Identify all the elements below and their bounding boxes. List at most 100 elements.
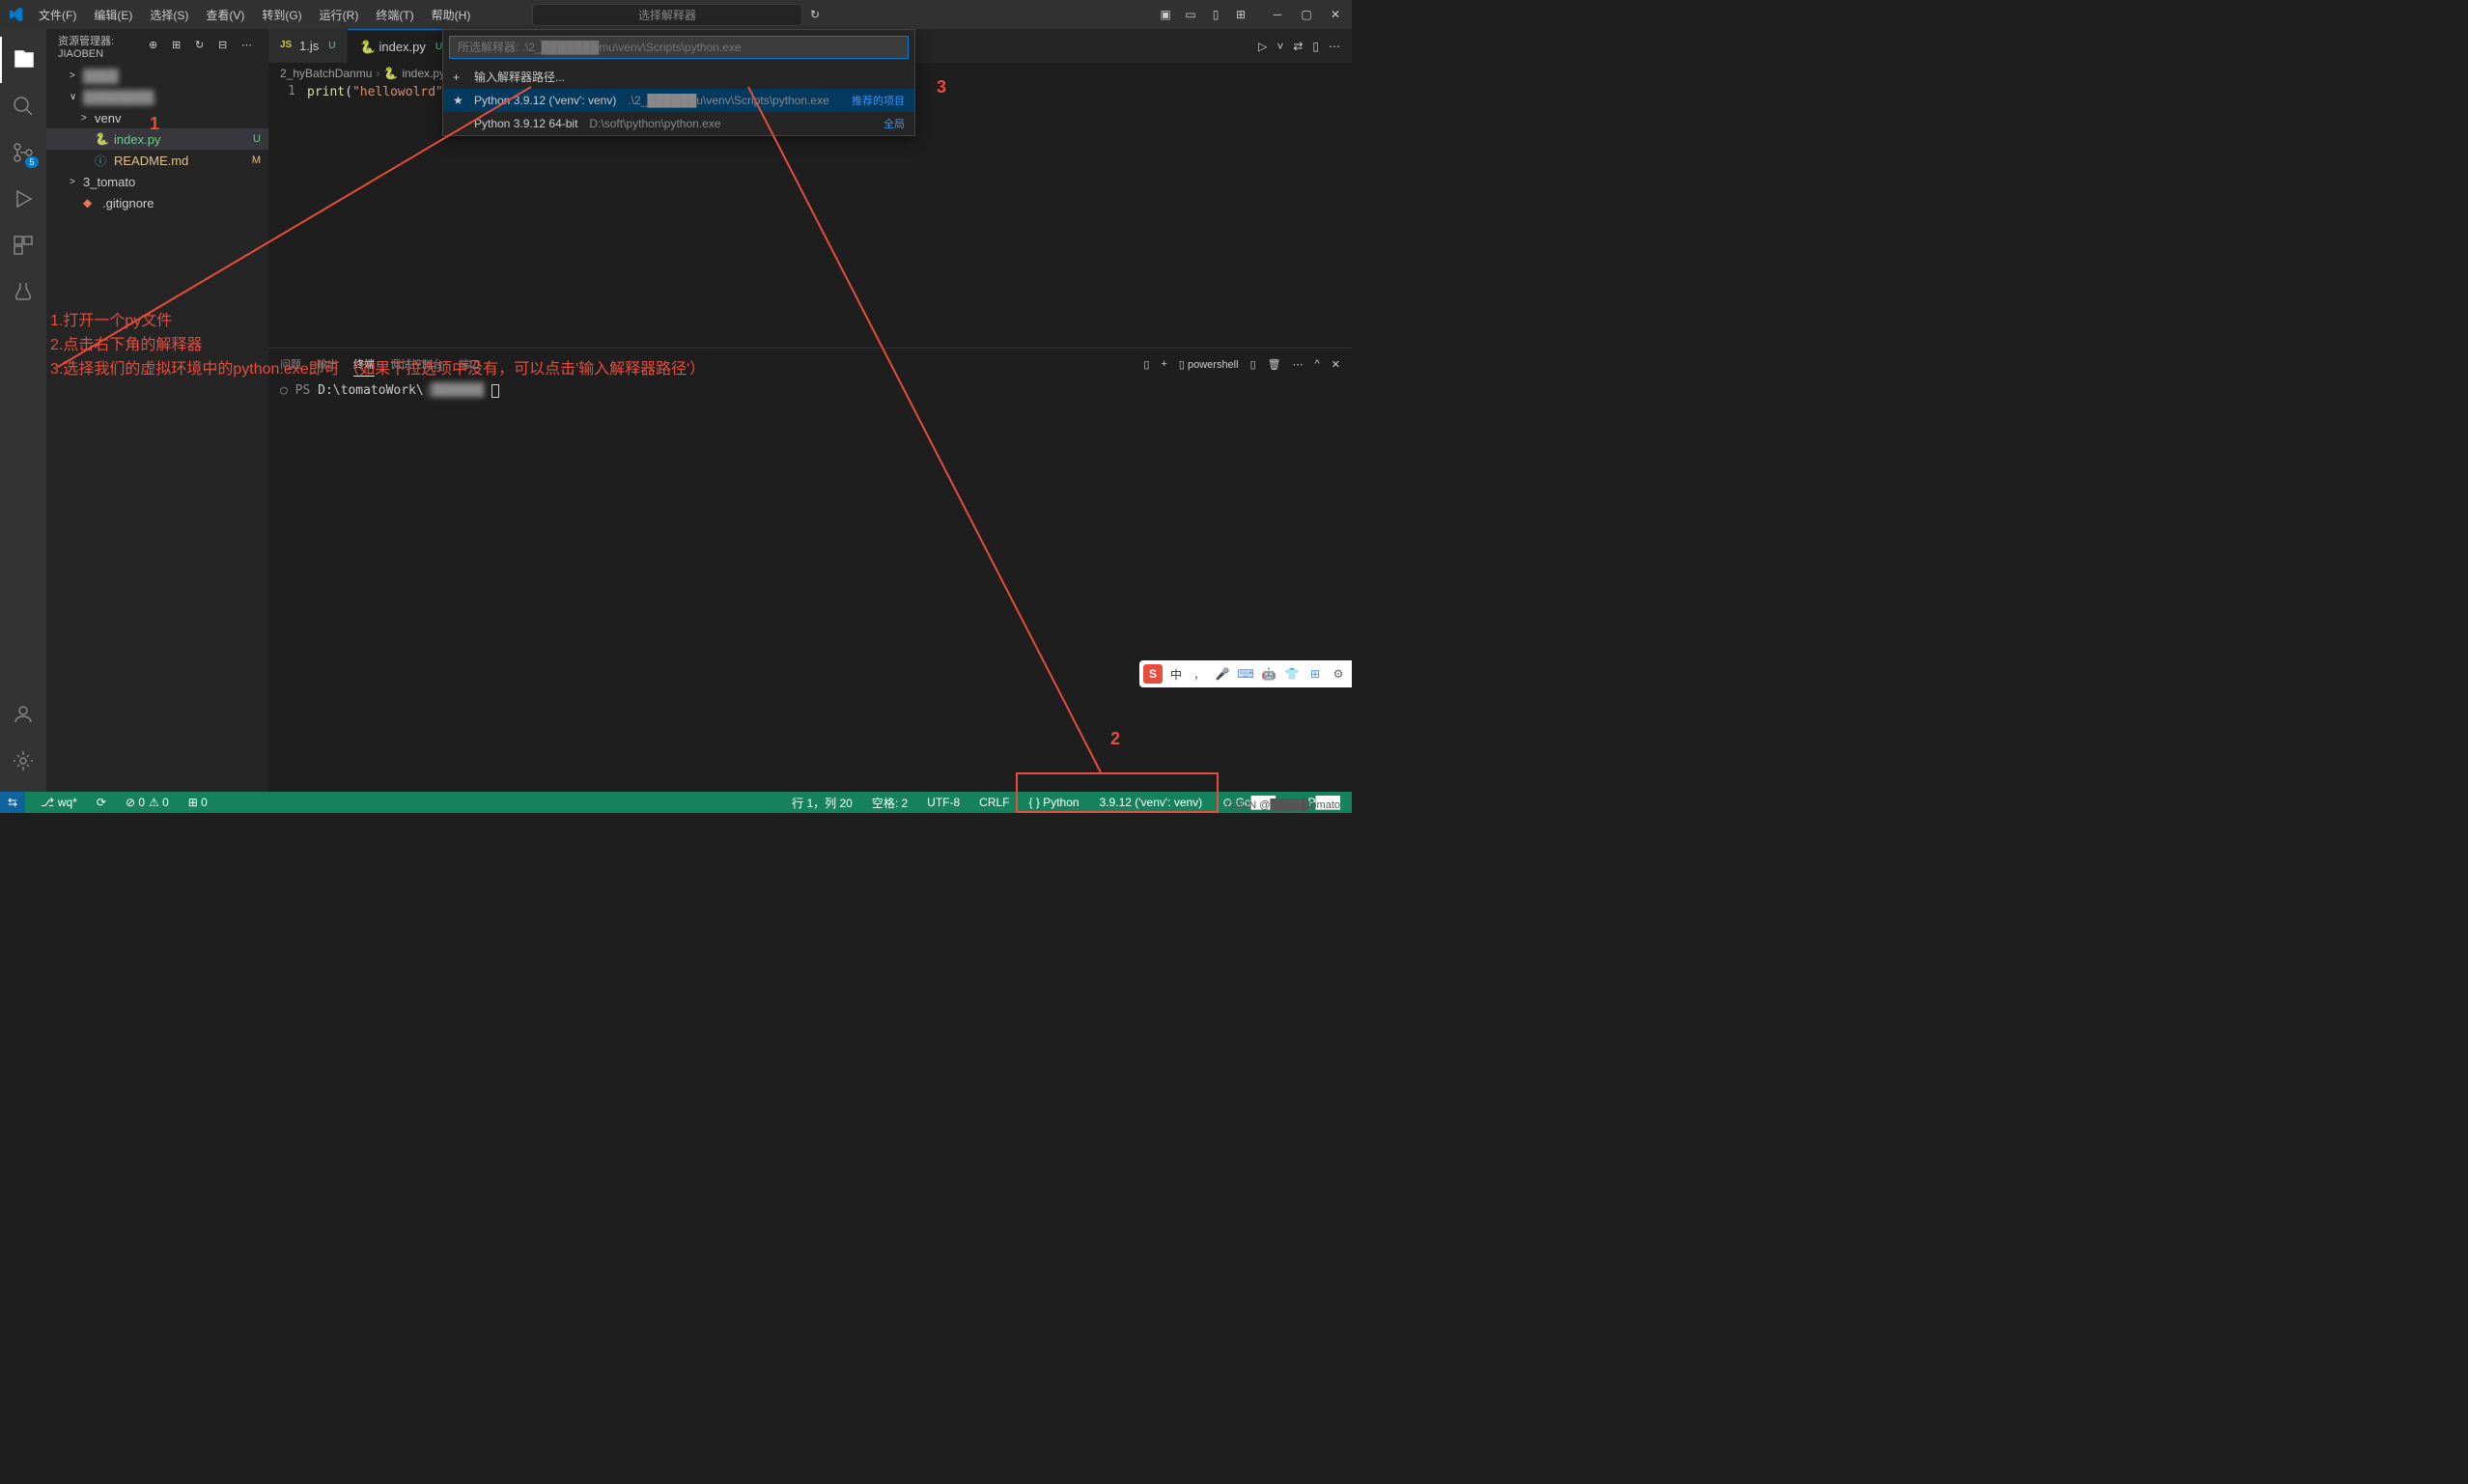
ime-tools-icon[interactable]: ⊞ (1305, 664, 1325, 684)
chevron-down-icon[interactable]: ˅ (1276, 40, 1283, 53)
chevron-right-icon: > (70, 177, 83, 187)
status-ports[interactable]: ⊞ 0 (184, 796, 211, 809)
tab-1js[interactable]: JS 1.js U (268, 29, 348, 63)
status-position[interactable]: 行 1，列 20 (788, 795, 856, 811)
terminal-trash-icon[interactable]: 🗑 (1268, 358, 1281, 371)
split-icon[interactable]: ▯ (1312, 40, 1319, 53)
menu-help[interactable]: 帮助(H) (424, 3, 479, 27)
terminal-split-icon[interactable]: ▯ (1250, 358, 1256, 371)
minimize-icon[interactable]: ─ (1269, 6, 1286, 23)
tree-folder-tomato[interactable]: > 3_tomato (46, 171, 268, 192)
terminal-type[interactable]: ▯ powershell (1179, 358, 1239, 371)
tab-label: 1.js (299, 39, 319, 53)
more-icon[interactable]: ⋯ (1329, 40, 1340, 53)
panel-tab-ports[interactable]: 端口 (459, 352, 480, 376)
ime-skin-icon[interactable]: 👕 (1282, 664, 1302, 684)
new-file-icon[interactable]: ⊕ (149, 39, 164, 54)
refresh-icon[interactable]: ↻ (810, 8, 820, 21)
file-tree: > ████ ∨ ████████ > venv 🐍 index.py U ⓘ … (46, 63, 268, 792)
picker-item-global[interactable]: Python 3.9.12 64-bit D:\soft\python\pyth… (443, 112, 914, 135)
status-encoding[interactable]: UTF-8 (923, 796, 964, 809)
code-token: ( (345, 85, 352, 99)
more-icon[interactable]: ⋯ (241, 39, 257, 54)
status-spaces[interactable]: 空格: 2 (868, 795, 911, 811)
status-language[interactable]: { } Python (1025, 796, 1083, 809)
terminal-content[interactable]: ○ PS D:\tomatoWork\j███████ (268, 379, 1352, 792)
activity-scm-icon[interactable]: 5 (0, 129, 46, 176)
refresh-icon[interactable]: ↻ (195, 39, 210, 54)
layout-panel-left-icon[interactable]: ▣ (1157, 6, 1174, 23)
activity-explorer-icon[interactable] (0, 37, 46, 83)
run-icon[interactable]: ▷ (1258, 40, 1267, 53)
terminal-close-icon[interactable]: ✕ (1332, 358, 1340, 371)
menu-edit[interactable]: 编辑(E) (86, 3, 140, 27)
activity-account-icon[interactable] (0, 691, 46, 738)
menu-go[interactable]: 转到(G) (254, 3, 309, 27)
status-problems[interactable]: ⊘ 0 ⚠ 0 (122, 796, 173, 809)
panel-tab-debug[interactable]: 调试控制台 (390, 352, 443, 376)
tab-status: U (328, 41, 335, 51)
menu-selection[interactable]: 选择(S) (142, 3, 196, 27)
terminal-split-icon[interactable]: ▯ (1143, 358, 1149, 371)
tree-folder[interactable]: ∨ ████████ (46, 86, 268, 107)
ime-voice-icon[interactable]: 🎤 (1213, 664, 1232, 684)
picker-input[interactable] (449, 36, 909, 59)
interpreter-picker: + 输入解释器路径... ★ Python 3.9.12 ('venv': ve… (442, 29, 915, 136)
menu-file[interactable]: 文件(F) (31, 3, 84, 27)
maximize-icon[interactable]: ▢ (1298, 6, 1315, 23)
line-numbers: 1 (268, 84, 307, 348)
layout-customize-icon[interactable]: ⊞ (1232, 6, 1249, 23)
sidebar: 资源管理器: JIAOBEN ⊕ ⊞ ↻ ⊟ ⋯ > ████ ∨ ██████… (46, 29, 268, 792)
activity-extensions-icon[interactable] (0, 222, 46, 268)
terminal-cursor (491, 384, 499, 398)
status-interpreter[interactable]: 3.9.12 ('venv': venv) (1095, 795, 1208, 810)
activity-debug-icon[interactable] (0, 176, 46, 222)
ime-ai-icon[interactable]: 🤖 (1259, 664, 1278, 684)
status-eol[interactable]: CRLF (975, 796, 1013, 809)
close-icon[interactable]: ✕ (1327, 6, 1344, 23)
js-icon: JS (280, 40, 294, 53)
picker-item-venv[interactable]: ★ Python 3.9.12 ('venv': venv) .\2_█████… (443, 89, 914, 112)
breadcrumb-segment[interactable]: index.py (402, 67, 445, 80)
compare-icon[interactable]: ⇄ (1293, 40, 1303, 53)
status-sync[interactable]: ⟳ (93, 796, 110, 809)
menu-view[interactable]: 查看(V) (198, 3, 252, 27)
layout-panel-right-icon[interactable]: ▯ (1207, 6, 1224, 23)
tree-folder-venv[interactable]: > venv (46, 107, 268, 128)
titlebar: 文件(F) 编辑(E) 选择(S) 查看(V) 转到(G) 运行(R) 终端(T… (0, 0, 1352, 29)
picker-enter-path[interactable]: + 输入解释器路径... (443, 65, 914, 89)
terminal-maximize-icon[interactable]: ^ (1315, 358, 1320, 370)
status-branch[interactable]: ⎇ wq* (37, 796, 81, 809)
ime-punct-icon[interactable]: ， (1190, 664, 1209, 684)
layout-panel-bottom-icon[interactable]: ▭ (1182, 6, 1199, 23)
menu-terminal[interactable]: 终端(T) (368, 3, 421, 27)
ime-keyboard-icon[interactable]: ⌨ (1236, 664, 1255, 684)
activity-search-icon[interactable] (0, 83, 46, 129)
new-folder-icon[interactable]: ⊞ (172, 39, 187, 54)
tree-file-gitignore[interactable]: ◆ .gitignore (46, 192, 268, 213)
tab-label: index.py (379, 40, 425, 54)
panel-tab-output[interactable]: 输出 (317, 352, 338, 376)
terminal-add-icon[interactable]: + (1161, 358, 1166, 370)
terminal-more-icon[interactable]: ⋯ (1293, 358, 1304, 371)
activity-testing-icon[interactable] (0, 268, 46, 315)
code-token: print (307, 85, 345, 99)
tree-folder[interactable]: > ████ (46, 65, 268, 86)
tab-index-py[interactable]: 🐍 index.py U (348, 29, 455, 63)
tree-file-index-py[interactable]: 🐍 index.py U (46, 128, 268, 150)
titlebar-title[interactable]: 选择解释器 (532, 4, 802, 26)
menu-run[interactable]: 运行(R) (312, 3, 367, 27)
panel-tab-problems[interactable]: 问题 (280, 352, 301, 376)
ime-settings-icon[interactable]: ⚙ (1329, 664, 1348, 684)
ime-logo-icon[interactable]: S (1143, 664, 1163, 684)
status-remote[interactable]: ⇆ (0, 792, 25, 813)
panel-tab-terminal[interactable]: 终端 (353, 352, 375, 377)
breadcrumb-segment[interactable]: 2_hyBatchDanmu (280, 67, 372, 80)
ime-lang-icon[interactable]: 中 (1166, 664, 1186, 684)
tree-file-readme[interactable]: ⓘ README.md M (46, 150, 268, 171)
picker-path: D:\soft\python\python.exe (589, 117, 720, 130)
tree-badge: U (253, 133, 261, 145)
collapse-icon[interactable]: ⊟ (218, 39, 234, 54)
activity-settings-icon[interactable] (0, 738, 46, 784)
git-icon: ◆ (83, 195, 98, 210)
